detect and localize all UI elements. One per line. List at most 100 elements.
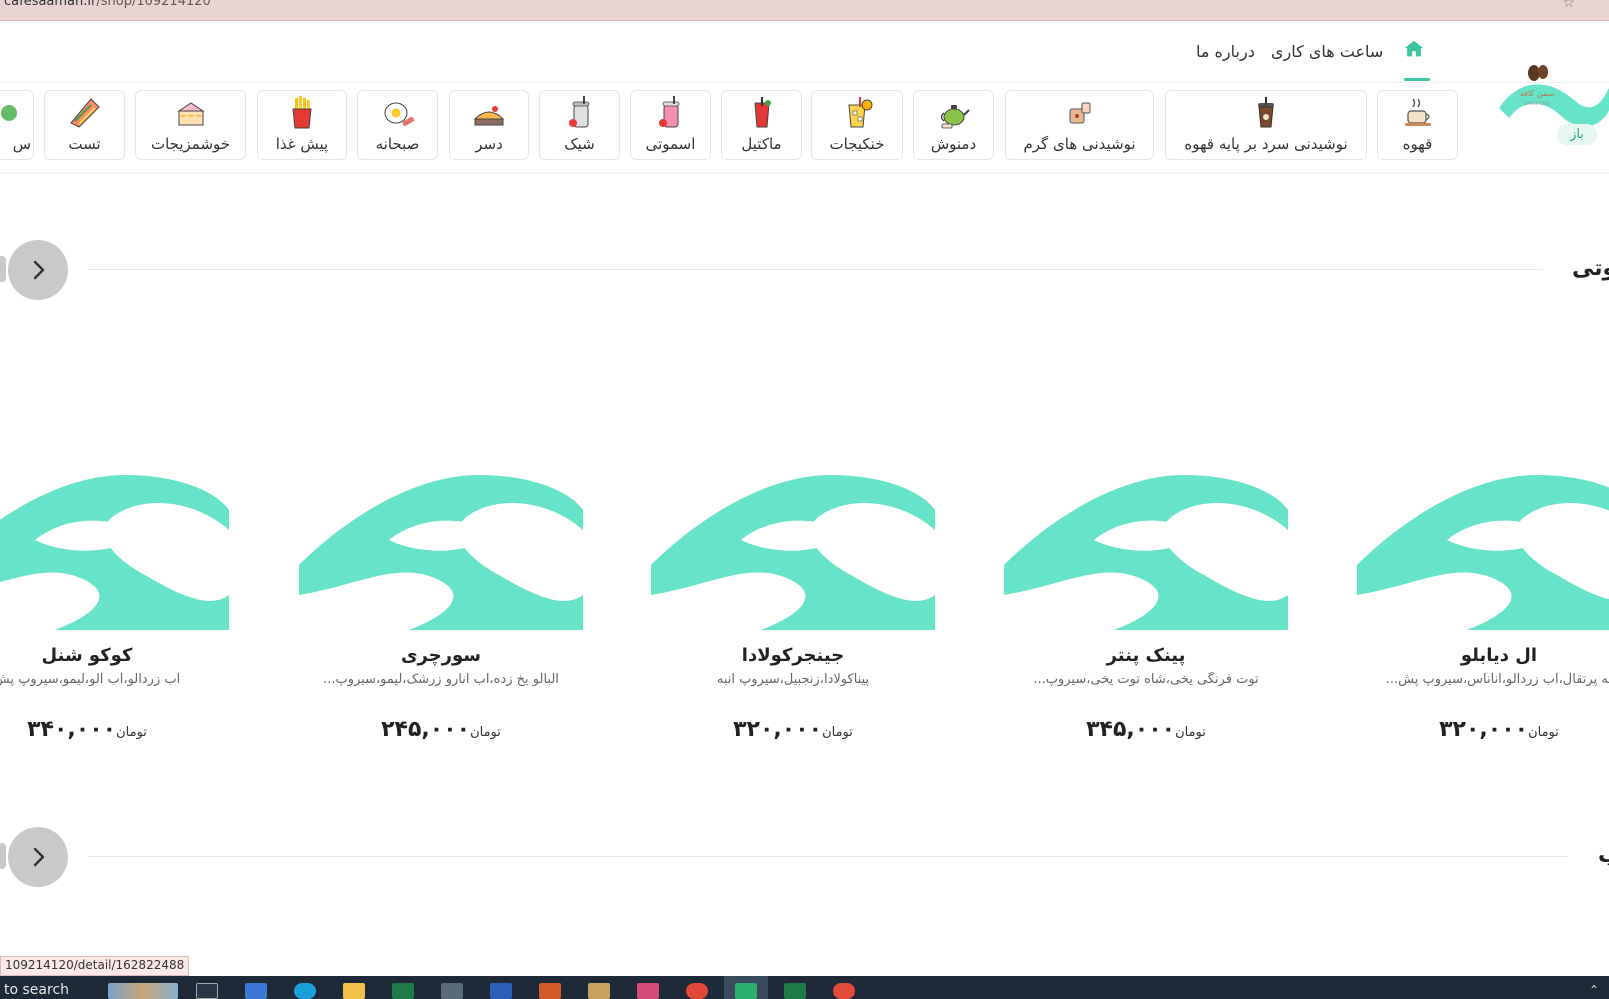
category-treats[interactable]: خوشمزیجات	[135, 90, 246, 160]
category-dessert[interactable]: دسر	[449, 90, 529, 160]
file-explorer-icon[interactable]	[343, 983, 365, 999]
chevron-right-icon	[33, 260, 45, 280]
chevron-right-icon	[33, 847, 45, 867]
app-icon[interactable]	[637, 983, 659, 999]
category-divider	[0, 172, 1609, 173]
product-name: کوکو شنل	[41, 645, 133, 666]
app-icon[interactable]	[539, 983, 561, 999]
product-card[interactable]: پینک پنتر توت فرنگی یخی،شاه توت یخی،سیرو…	[1004, 455, 1288, 755]
partial-icon	[1, 105, 17, 121]
product-image-placeholder	[0, 475, 229, 630]
home-icon[interactable]	[1403, 38, 1429, 68]
price-currency: تومان	[470, 725, 501, 740]
next-arrow-button[interactable]	[8, 827, 68, 887]
category-mocktail[interactable]: ماکتیل	[721, 90, 802, 160]
edge-icon[interactable]	[294, 983, 316, 999]
category-label: خنکیجات	[829, 135, 885, 153]
category-appetizer[interactable]: پیش غذا	[257, 90, 347, 160]
url-text[interactable]: cafesaaman.ir/shop/109214120	[4, 0, 211, 9]
price-currency: تومان	[822, 725, 853, 740]
category-toast[interactable]: تست	[44, 90, 125, 160]
system-tray[interactable]: ⌃	[1589, 983, 1599, 997]
nav-working-hours[interactable]: ساعت های کاری	[1271, 42, 1383, 61]
cake-icon	[176, 102, 205, 126]
category-iced-coffee[interactable]: نوشیدنی سرد بر پایه قهوه	[1165, 90, 1367, 160]
prev-arrow-stub[interactable]	[0, 256, 6, 282]
app-icon[interactable]	[833, 983, 855, 999]
active-tab-indicator	[1404, 78, 1430, 81]
category-label: نوشیدنی های گرم	[1023, 135, 1136, 153]
product-price: تومان۲۴۵,۰۰۰	[299, 717, 583, 742]
star-icon[interactable]: ☆	[1562, 0, 1575, 11]
toast-icon	[69, 98, 100, 128]
category-herbal-tea[interactable]: دمنوش	[913, 90, 994, 160]
browser-status-link: 109214120/detail/162822488	[0, 956, 190, 976]
section-divider	[88, 856, 1568, 857]
cold-drink-icon	[848, 97, 873, 128]
category-smoothie[interactable]: اسموتی	[630, 90, 711, 160]
app-icon[interactable]	[490, 983, 512, 999]
excel-icon[interactable]	[392, 983, 414, 999]
widgets-icon[interactable]	[108, 983, 178, 999]
product-price: تومان۳۴۰,۰۰۰	[0, 717, 229, 742]
product-name: جینجرکولادا	[741, 645, 845, 666]
smoothie-icon	[658, 96, 679, 128]
price-amount: ۲۴۵,۰۰۰	[381, 717, 471, 742]
product-card[interactable]: جینجرکولادا پیناکولادا،زنجبیل،سیروپ انبه…	[651, 455, 935, 755]
category-label: ماکتیل	[741, 135, 782, 153]
windows-taskbar: to search ⌃	[0, 976, 1609, 999]
iced-coffee-icon	[1258, 97, 1274, 128]
product-price: تومان۳۲۰,۰۰۰	[1357, 717, 1609, 742]
category-label: قهوه	[1402, 135, 1433, 153]
section-title: وتی	[1572, 256, 1609, 281]
paint-icon[interactable]	[588, 983, 610, 999]
product-card[interactable]: سورچری آلبالو یخ زده،آب انارو زرشک،لیمو،…	[299, 455, 583, 755]
category-strip: قهوه نوشیدنی سرد بر پایه قهوه نوشیدنی ها…	[0, 90, 1609, 162]
product-description: له پرتقال،آب زردآلو،آناناس،سیروپ پش...	[1385, 672, 1609, 687]
mocktail-icon	[753, 97, 771, 128]
category-label: خوشمزیجات	[150, 135, 231, 153]
price-amount: ۳۲۰,۰۰۰	[1439, 717, 1529, 742]
product-name: سورچری	[400, 645, 481, 666]
taskbar-search[interactable]: to search	[4, 982, 69, 998]
product-image-placeholder	[651, 475, 935, 630]
category-label: تست	[68, 135, 101, 153]
category-coffee[interactable]: قهوه	[1377, 90, 1458, 160]
price-currency: تومان	[1175, 725, 1206, 740]
chrome-icon[interactable]	[686, 983, 708, 999]
product-description: توت فرنگی یخی،شاه توت یخی،سیروپ...	[1033, 672, 1259, 687]
coffee-cup-icon	[1404, 98, 1431, 126]
category-label: نوشیدنی سرد بر پایه قهوه	[1184, 135, 1348, 153]
breakfast-icon	[384, 102, 414, 126]
app-icon[interactable]	[735, 983, 757, 999]
category-shake[interactable]: شیک	[539, 90, 620, 160]
excel-icon[interactable]	[784, 983, 806, 999]
price-currency: تومان	[116, 725, 147, 740]
fries-icon	[292, 96, 312, 129]
store-icon[interactable]	[245, 983, 267, 999]
category-breakfast[interactable]: صبحانه	[357, 90, 438, 160]
price-amount: ۳۴۰,۰۰۰	[27, 717, 117, 742]
price-amount: ۳۲۰,۰۰۰	[733, 717, 823, 742]
category-label: شیک	[564, 135, 595, 153]
teapot-icon	[940, 105, 970, 129]
product-card[interactable]: کوکو شنل آب زردالو،آب آلو،لیمو،سیروپ پش …	[0, 455, 229, 755]
calculator-icon[interactable]	[441, 983, 463, 999]
price-amount: ۳۴۵,۰۰۰	[1086, 717, 1176, 742]
browser-address-bar[interactable]: cafesaaman.ir/shop/109214120 ☆	[0, 0, 1609, 21]
product-image-placeholder	[299, 475, 583, 630]
task-view-icon[interactable]	[196, 983, 218, 999]
category-partial[interactable]: س	[0, 90, 34, 160]
product-name: پینک پنتر	[1106, 645, 1186, 666]
next-arrow-button[interactable]	[8, 240, 68, 300]
price-currency: تومان	[1528, 725, 1559, 740]
category-label: پیش غذا	[275, 135, 329, 153]
nav-about-us[interactable]: درباره ما	[1196, 42, 1255, 61]
category-cold-drinks[interactable]: خنکیجات	[811, 90, 903, 160]
category-hot-drinks[interactable]: نوشیدنی های گرم	[1005, 90, 1154, 160]
section-divider	[88, 269, 1543, 270]
category-label: دسر	[475, 135, 503, 153]
product-card[interactable]: ال دیابلو له پرتقال،آب زردآلو،آناناس،سیر…	[1357, 455, 1609, 755]
prev-arrow-stub[interactable]	[0, 843, 6, 869]
shake-icon	[568, 96, 589, 128]
